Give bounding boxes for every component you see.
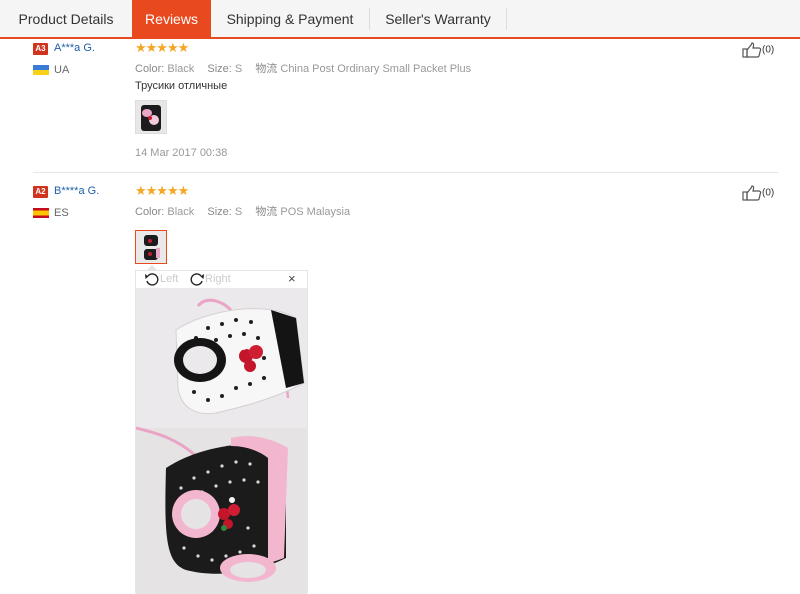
- buyer-name: A***a G.: [54, 42, 95, 54]
- size-label: Size:: [207, 206, 232, 218]
- logistics-label: 物流: [255, 63, 278, 75]
- review-photo-large: [136, 288, 307, 594]
- logistics-value: POS Malaysia: [280, 206, 351, 218]
- tab-product-details[interactable]: Product Details: [0, 0, 132, 37]
- tab-shipping-payment[interactable]: Shipping & Payment: [211, 0, 369, 37]
- logistics-value: China Post Ordinary Small Packet Plus: [280, 63, 472, 75]
- color-value: Black: [167, 63, 195, 75]
- buyer-level-badge: A3: [33, 43, 48, 55]
- color-label: Color:: [135, 206, 165, 218]
- order-info: Color: Black Size: S 物流 China Post Ordin…: [135, 60, 481, 76]
- helpful-button[interactable]: (0): [742, 185, 774, 201]
- close-icon[interactable]: ×: [288, 271, 296, 286]
- viewer-toolbar: Left Right ×: [136, 271, 307, 288]
- size-value: S: [234, 63, 243, 75]
- tab-reviews[interactable]: Reviews: [132, 0, 211, 38]
- color-label: Color:: [135, 63, 165, 75]
- size-value: S: [234, 206, 243, 218]
- logistics-label: 物流: [255, 206, 278, 218]
- rotate-left-icon: [145, 273, 159, 286]
- review-date: 14 Mar 2017 00:38: [135, 147, 228, 159]
- ua-flag-icon: [33, 65, 49, 75]
- helpful-count: (0): [762, 187, 775, 199]
- photo-viewer: Left Right ×: [135, 270, 308, 594]
- thumbs-up-icon: [742, 42, 762, 58]
- buyer-level-badge: A2: [33, 186, 48, 198]
- buyer-country: ES: [54, 207, 69, 219]
- review-photo-thumbnail[interactable]: [135, 100, 167, 134]
- buyer-country: UA: [54, 64, 70, 76]
- thumbs-up-icon: [742, 185, 762, 201]
- buyer-name: B****a G.: [54, 185, 100, 197]
- tab-bar: Product Details Reviews Shipping & Payme…: [0, 0, 800, 39]
- review-photo-thumbnail[interactable]: [135, 230, 167, 264]
- order-info: Color: Black Size: S 物流 POS Malaysia: [135, 203, 360, 219]
- rotate-right-icon: [190, 273, 204, 286]
- tab-divider: [506, 8, 507, 30]
- rotate-left-label: Left: [160, 272, 179, 285]
- helpful-count: (0): [762, 44, 775, 56]
- rotate-left-button[interactable]: Left: [144, 272, 178, 286]
- star-rating: ★★★★★: [135, 40, 189, 55]
- tab-sellers-warranty[interactable]: Seller's Warranty: [370, 0, 506, 37]
- photo-thumbnail-image: [136, 231, 166, 263]
- size-label: Size:: [207, 63, 232, 75]
- color-value: Black: [167, 206, 195, 218]
- rotate-right-label: Right: [205, 272, 231, 285]
- review-text: Трусики отличные: [135, 80, 228, 92]
- star-rating: ★★★★★: [135, 183, 189, 198]
- photo-thumbnail-image: [136, 101, 166, 133]
- es-flag-icon: [33, 208, 49, 218]
- review-divider: [33, 172, 778, 173]
- helpful-button[interactable]: (0): [742, 42, 774, 58]
- rotate-right-button[interactable]: Right: [189, 272, 231, 286]
